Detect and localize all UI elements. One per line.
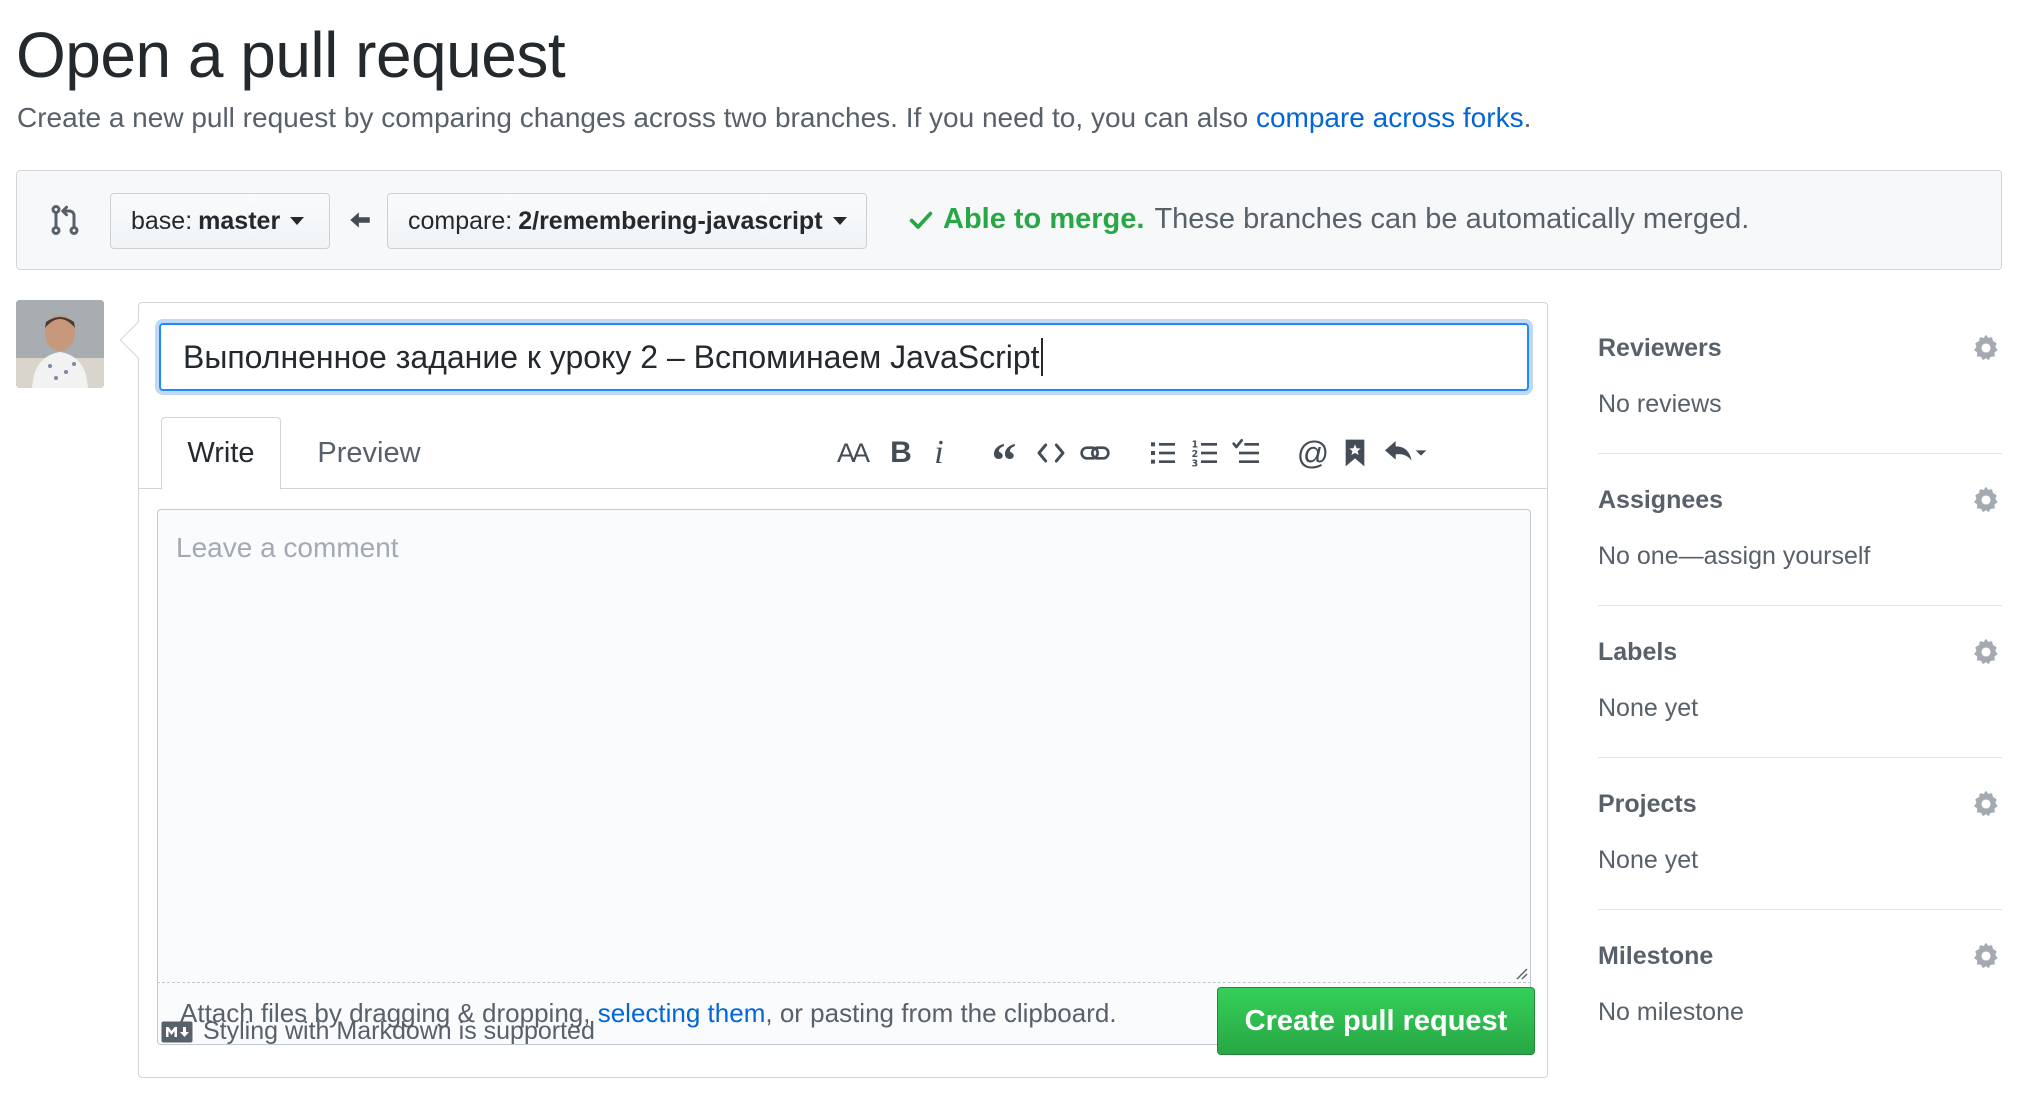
ordered-list-button[interactable]: 1 2 3 [1185, 433, 1225, 473]
markdown-note[interactable]: Styling with Markdown is supported [161, 1017, 595, 1046]
gear-icon[interactable] [1970, 940, 2002, 972]
select-files-link[interactable]: selecting them [598, 998, 766, 1029]
gear-icon[interactable] [1970, 484, 2002, 516]
code-icon [1037, 443, 1065, 463]
sidebar-item-projects: Projects None yet [1598, 758, 2002, 910]
link-icon [1080, 446, 1110, 460]
header-text-button[interactable]: AA [827, 433, 877, 473]
pr-title-value: Выполненное задание к уроку 2 – Вспомина… [183, 338, 1040, 375]
task-list-icon [1232, 439, 1259, 463]
sidebar-item-labels: Labels None yet [1598, 606, 2002, 758]
editor-tabs: Write Preview AA B i “ 1 2 3 @ [139, 413, 1547, 490]
comment-body-textarea[interactable]: Leave a comment [157, 509, 1531, 983]
assignees-value[interactable]: No one—assign yourself [1598, 542, 1870, 571]
task-list-button[interactable] [1227, 433, 1267, 473]
pull-request-icon [51, 205, 79, 235]
chevron-down-icon [290, 217, 305, 225]
comment-placeholder: Leave a comment [176, 532, 399, 563]
labels-value: None yet [1598, 694, 1699, 722]
link-button[interactable] [1075, 433, 1115, 473]
reviewers-value: No reviews [1598, 390, 1722, 418]
italic-button[interactable]: i [919, 433, 959, 473]
saved-replies-button[interactable] [1377, 433, 1433, 473]
milestone-heading[interactable]: Milestone [1598, 942, 1713, 971]
bookmark-icon [1345, 439, 1365, 467]
comment-pointer [119, 321, 157, 359]
merge-status: Able to merge. These branches can be aut… [907, 203, 1749, 236]
create-pull-request-button[interactable]: Create pull request [1217, 987, 1535, 1055]
projects-value: None yet [1598, 846, 1699, 874]
base-label: base: [131, 206, 193, 235]
page-title: Open a pull request [16, 19, 566, 91]
compare-across-forks-link[interactable]: compare across forks [1256, 102, 1524, 133]
bold-button[interactable]: B [881, 433, 921, 473]
check-icon [909, 211, 933, 229]
avatar-image [16, 300, 104, 388]
unordered-list-icon [1151, 442, 1175, 464]
tab-write[interactable]: Write [161, 417, 281, 490]
at-icon: @ [1296, 434, 1330, 471]
pull-request-form: Выполненное задание к уроку 2 – Вспомина… [119, 302, 1548, 1078]
reply-icon [1385, 441, 1427, 461]
text-cursor [1040, 338, 1043, 376]
markdown-note-text: Styling with Markdown is supported [203, 1017, 595, 1045]
discussion-sidebar: Reviewers No reviews Assignees No one—as… [1598, 302, 2002, 1062]
page-subtitle: Create a new pull request by comparing c… [17, 102, 1531, 134]
assignees-heading[interactable]: Assignees [1598, 486, 1723, 515]
chevron-down-icon [832, 217, 847, 225]
pr-title-input[interactable]: Выполненное задание к уроку 2 – Вспомина… [159, 323, 1529, 391]
attach-text-suffix: , or pasting from the clipboard. [765, 998, 1117, 1028]
base-value: master [198, 206, 281, 235]
reference-button[interactable] [1335, 433, 1375, 473]
quote-button[interactable]: “ [984, 433, 1024, 485]
subtitle-period: . [1523, 102, 1532, 133]
gear-icon[interactable] [1970, 788, 2002, 820]
compare-label: compare: [408, 206, 513, 235]
base-branch-select[interactable]: base: master [110, 193, 330, 249]
unordered-list-button[interactable] [1143, 433, 1183, 473]
projects-heading[interactable]: Projects [1598, 790, 1697, 819]
resize-handle-icon[interactable] [1512, 964, 1528, 980]
page: Open a pull request Create a new pull re… [0, 0, 2030, 1094]
tab-preview[interactable]: Preview [299, 417, 439, 489]
arrow-left-icon [350, 212, 370, 228]
ordered-list-icon: 1 2 3 [1192, 440, 1217, 469]
compare-branch-select[interactable]: compare: 2/remembering-javascript [387, 193, 867, 249]
sidebar-item-assignees: Assignees No one—assign yourself [1598, 454, 2002, 606]
svg-text:3: 3 [1192, 458, 1199, 469]
markdown-icon [161, 1021, 193, 1042]
avatar[interactable] [16, 300, 104, 388]
gear-icon[interactable] [1970, 636, 2002, 668]
code-button[interactable] [1031, 433, 1071, 473]
compare-value: 2/remembering-javascript [518, 206, 823, 235]
gear-icon[interactable] [1970, 332, 2002, 364]
sidebar-item-reviewers: Reviewers No reviews [1598, 302, 2002, 454]
reviewers-heading[interactable]: Reviewers [1598, 334, 1722, 363]
labels-heading[interactable]: Labels [1598, 638, 1677, 667]
merge-ok-text: Able to merge. [943, 203, 1145, 235]
merge-description: These branches can be automatically merg… [1154, 203, 1750, 235]
sidebar-item-milestone: Milestone No milestone [1598, 910, 2002, 1062]
mention-button[interactable]: @ [1293, 433, 1333, 473]
range-editor: base: master compare: 2/remembering-java… [16, 170, 2002, 270]
subtitle-text: Create a new pull request by comparing c… [17, 102, 1249, 133]
milestone-value: No milestone [1598, 998, 1744, 1026]
